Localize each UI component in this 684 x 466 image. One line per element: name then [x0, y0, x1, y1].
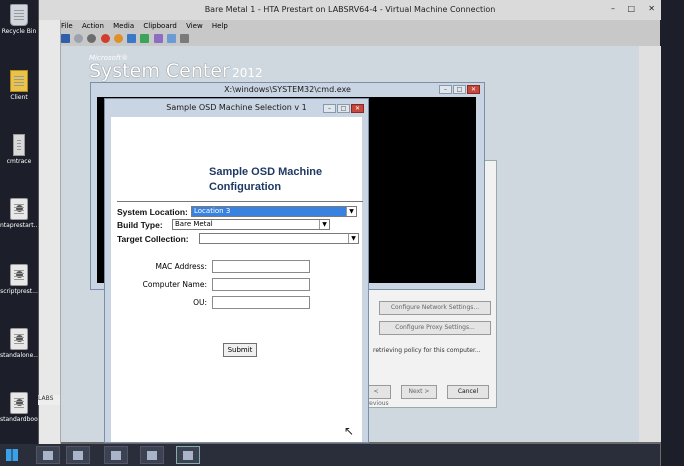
desktop-icon-cmtrace[interactable]: cmtrace — [0, 134, 38, 165]
maximize-icon[interactable]: □ — [337, 104, 350, 113]
desktop-icon-scriptprestart[interactable]: scriptprest... — [0, 264, 38, 295]
system-center-logo: Microsoft® System Center 2012 — [89, 54, 263, 81]
maximize-icon[interactable]: □ — [627, 3, 635, 15]
pause-icon[interactable] — [127, 34, 137, 43]
taskbar-vmconnect-icon[interactable] — [176, 446, 200, 464]
folder-icon — [10, 70, 28, 92]
gear-file-icon — [10, 264, 28, 286]
minimize-icon[interactable]: – — [323, 104, 336, 113]
menu-help[interactable]: Help — [212, 20, 228, 32]
build-type-value: Bare Metal — [175, 220, 213, 228]
system-location-select[interactable]: Location 3 ▼ — [191, 206, 357, 217]
desktop-icon-label: standalone... — [0, 352, 39, 359]
next-button[interactable]: Next > — [401, 385, 437, 399]
desktop-icon-label: standardboot — [0, 416, 41, 423]
form-heading-line2: Configuration — [209, 181, 282, 193]
taskbar-hyperv-icon[interactable] — [140, 446, 164, 464]
mac-address-label: MAC Address: — [155, 262, 208, 271]
desktop-icon-htaprestart[interactable]: ntaprestart... — [0, 198, 40, 229]
desktop-icon-client[interactable]: Client — [0, 70, 38, 101]
ou-input[interactable] — [212, 296, 310, 309]
turn-off-icon[interactable] — [87, 34, 97, 43]
hta-form: Sample OSD Machine Configuration System … — [111, 117, 363, 442]
chevron-down-icon[interactable]: ▼ — [346, 207, 356, 216]
wizard-status-text: retrieving policy for this computer... — [373, 347, 481, 354]
build-type-label: Build Type: — [117, 220, 163, 230]
ou-label: OU: — [193, 298, 207, 307]
close-icon[interactable]: ✕ — [467, 85, 480, 94]
menu-file[interactable]: File — [61, 20, 73, 32]
menu-clipboard[interactable]: Clipboard — [143, 20, 176, 32]
revert-icon[interactable] — [166, 34, 176, 43]
mac-address-input[interactable] — [212, 260, 310, 273]
desktop-icon-standardboot[interactable]: standardboot — [0, 392, 41, 423]
brand-name: System Center — [89, 60, 230, 82]
close-icon[interactable]: ✕ — [648, 3, 655, 15]
status-label: LABS — [38, 395, 60, 405]
chevron-down-icon[interactable]: ▼ — [348, 234, 358, 243]
gear-file-icon — [10, 328, 28, 350]
desktop-icon-standalone[interactable]: standalone... — [0, 328, 39, 359]
taskbar-powershell-icon[interactable] — [66, 446, 90, 464]
build-type-select[interactable]: Bare Metal ▼ — [172, 219, 330, 230]
desktop-icon-label: ntaprestart... — [0, 222, 40, 229]
enhanced-session-icon[interactable] — [180, 34, 190, 43]
system-location-value: Location 3 — [194, 207, 231, 215]
target-collection-label: Target Collection: — [117, 234, 189, 244]
desktop-icon-label: cmtrace — [6, 158, 32, 165]
target-collection-select[interactable]: ▼ — [199, 233, 359, 244]
maximize-icon[interactable]: □ — [453, 85, 466, 94]
gear-file-icon — [10, 198, 28, 220]
vm-menu-bar: File Action Media Clipboard View Help — [61, 20, 661, 32]
form-heading-line1: Sample OSD Machine — [209, 166, 323, 178]
mouse-cursor-icon: ↖ — [344, 424, 355, 438]
computer-name-input[interactable] — [212, 278, 310, 291]
hta-window-controls: – □ ✕ — [322, 104, 364, 113]
hta-title: Sample OSD Machine Selection v 1 — [166, 103, 307, 112]
desktop-icon-label: Recycle Bin — [1, 28, 37, 35]
form-heading: Sample OSD Machine Configuration — [209, 165, 359, 195]
menu-media[interactable]: Media — [113, 20, 134, 32]
recycle-bin-icon — [10, 4, 28, 26]
vm-title: Bare Metal 1 - HTA Prestart on LABSRV64-… — [204, 5, 496, 14]
taskbar-folder-icon[interactable] — [104, 446, 128, 464]
vm-scrollbar[interactable] — [639, 46, 661, 442]
checkpoint-icon[interactable] — [153, 34, 163, 43]
gear-file-icon — [10, 392, 28, 414]
configure-network-button[interactable]: Configure Network Settings... — [379, 301, 491, 315]
brand-year: 2012 — [232, 66, 263, 80]
save-state-icon[interactable] — [113, 34, 123, 43]
cmd-title: X:\windows\SYSTEM32\cmd.exe — [224, 85, 351, 94]
hta-window: Sample OSD Machine Selection v 1 – □ ✕ Sam… — [104, 98, 369, 443]
system-location-label: System Location: — [117, 207, 188, 217]
minimize-icon[interactable]: – — [439, 85, 452, 94]
cmd-title-bar[interactable]: X:\windows\SYSTEM32\cmd.exe — [91, 83, 484, 97]
configure-proxy-button[interactable]: Configure Proxy Settings... — [379, 321, 491, 335]
server-icon — [13, 134, 25, 156]
vm-toolbar — [61, 32, 661, 46]
desktop-icon-label: scriptprest... — [0, 288, 38, 295]
desktop-icon-recycle-bin[interactable]: Recycle Bin — [0, 4, 38, 35]
reset-icon[interactable] — [140, 34, 150, 43]
vm-title-bar[interactable]: Bare Metal 1 - HTA Prestart on LABSRV64-… — [39, 0, 661, 20]
taskbar-explorer-icon[interactable] — [36, 446, 60, 464]
minimize-icon[interactable]: – — [611, 3, 615, 15]
shut-down-icon[interactable] — [100, 34, 110, 43]
close-icon[interactable]: ✕ — [351, 104, 364, 113]
desktop-icon-label: Client — [10, 94, 28, 101]
menu-action[interactable]: Action — [82, 20, 104, 32]
cmd-window-controls: – □ ✕ — [438, 85, 480, 94]
start-icon[interactable] — [74, 34, 84, 43]
computer-name-label: Computer Name: — [142, 280, 207, 289]
cancel-button[interactable]: Cancel — [447, 385, 489, 399]
windows-start-icon[interactable] — [6, 449, 18, 461]
submit-button[interactable]: Submit — [223, 343, 257, 357]
form-divider — [117, 201, 363, 202]
taskbar — [0, 444, 660, 466]
menu-view[interactable]: View — [186, 20, 203, 32]
ctrl-alt-del-icon[interactable] — [61, 34, 70, 43]
chevron-down-icon[interactable]: ▼ — [319, 220, 329, 229]
